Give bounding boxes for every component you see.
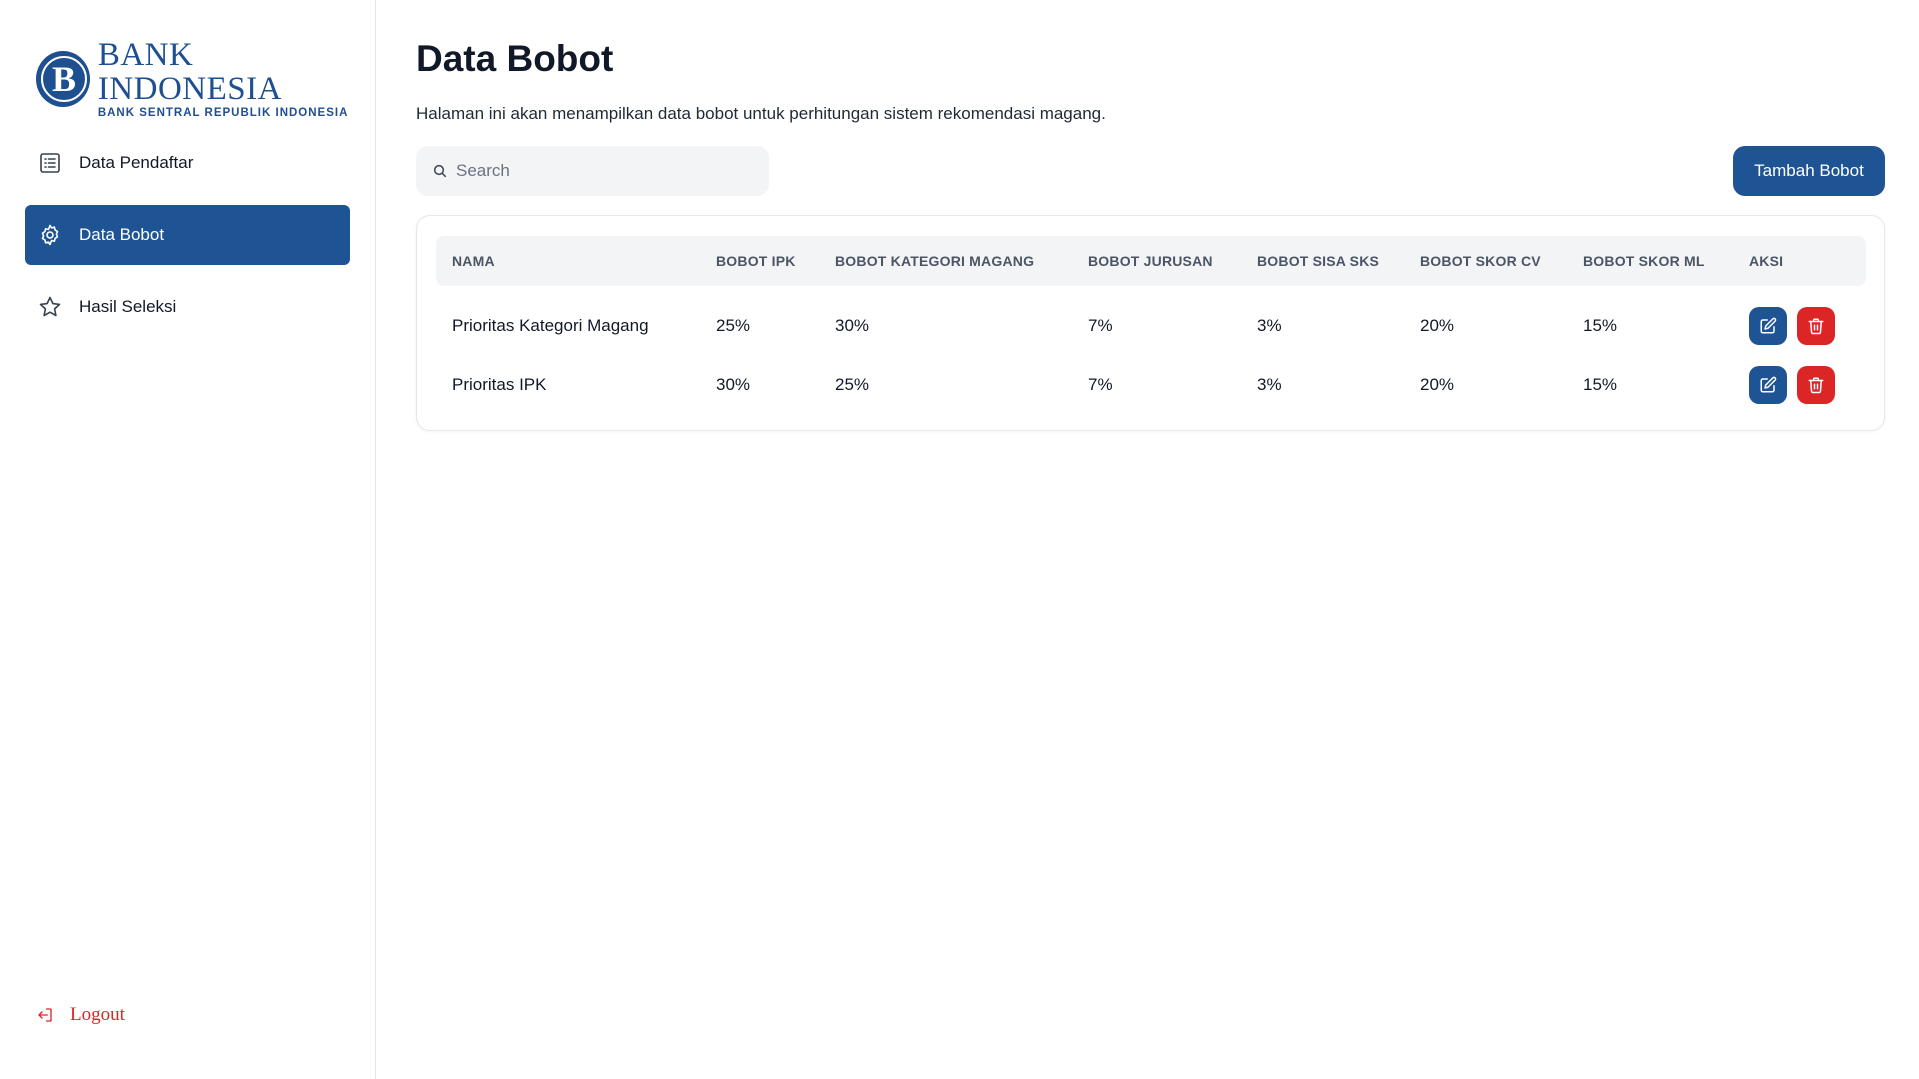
- delete-button[interactable]: [1797, 307, 1835, 345]
- star-icon: [37, 294, 63, 320]
- cell-bobot-sisa-sks: 3%: [1257, 375, 1282, 394]
- column-header-bobot-jurusan: BOBOT JURUSAN: [1088, 253, 1213, 269]
- column-header-bobot-skor-ml: BOBOT SKOR ML: [1583, 253, 1705, 269]
- sidebar: B BANK INDONESIA BANK SENTRAL REPUBLIK I…: [0, 0, 376, 1079]
- cell-bobot-jurusan: 7%: [1088, 316, 1113, 335]
- cell-bobot-skor-ml: 15%: [1583, 375, 1618, 394]
- table-header: NAMA BOBOT IPK BOBOT KATEGORI MAGANG BOB…: [436, 236, 1866, 286]
- cell-bobot-jurusan: 7%: [1088, 375, 1113, 394]
- bobot-table-card: NAMA BOBOT IPK BOBOT KATEGORI MAGANG BOB…: [416, 215, 1885, 431]
- edit-button[interactable]: [1749, 366, 1787, 404]
- column-header-bobot-ipk: BOBOT IPK: [716, 253, 796, 269]
- edit-button[interactable]: [1749, 307, 1787, 345]
- cell-bobot-kategori-magang: 25%: [835, 375, 870, 394]
- search-box: [416, 146, 769, 196]
- logout-button[interactable]: Logout: [36, 1004, 125, 1026]
- sidebar-item-data-pendaftar[interactable]: Data Pendaftar: [25, 133, 350, 193]
- cell-bobot-skor-ml: 15%: [1583, 316, 1618, 335]
- column-header-aksi: AKSI: [1749, 253, 1784, 269]
- column-header-bobot-sisa-sks: BOBOT SISA SKS: [1257, 253, 1380, 269]
- trash-icon: [1808, 377, 1824, 394]
- list-icon: [37, 150, 63, 176]
- column-header-nama: NAMA: [452, 253, 495, 269]
- cell-bobot-kategori-magang: 30%: [835, 316, 870, 335]
- sidebar-item-label: Data Pendaftar: [79, 153, 194, 172]
- column-header-bobot-kategori-magang: BOBOT KATEGORI MAGANG: [835, 253, 1035, 269]
- cell-bobot-ipk: 25%: [716, 316, 751, 335]
- table-row: Prioritas Kategori Magang 25% 30% 7% 3% …: [436, 298, 1866, 354]
- cell-nama: Prioritas IPK: [452, 375, 547, 394]
- trash-icon: [1808, 318, 1824, 335]
- page-description: Halaman ini akan menampilkan data bobot …: [416, 104, 1106, 123]
- cell-bobot-sisa-sks: 3%: [1257, 316, 1282, 335]
- logo-title: BANK INDONESIA: [97, 37, 282, 107]
- tambah-bobot-button[interactable]: Tambah Bobot: [1733, 146, 1885, 196]
- sidebar-item-label: Data Bobot: [79, 225, 165, 244]
- delete-button[interactable]: [1797, 366, 1835, 404]
- column-header-bobot-skor-cv: BOBOT SKOR CV: [1420, 253, 1541, 269]
- cell-bobot-skor-cv: 20%: [1420, 375, 1455, 394]
- table-row: Prioritas IPK 30% 25% 7% 3% 20% 15%: [436, 357, 1866, 413]
- edit-icon: [1760, 317, 1777, 334]
- page-title: Data Bobot: [416, 38, 614, 79]
- sidebar-item-label: Hasil Seleksi: [79, 297, 177, 316]
- logo-emblem: B: [36, 51, 90, 107]
- sidebar-item-hasil-seleksi[interactable]: Hasil Seleksi: [25, 277, 350, 337]
- logo-subtitle: BANK SENTRAL REPUBLIK INDONESIA: [97, 107, 349, 119]
- logout-label: Logout: [70, 1004, 125, 1025]
- cell-bobot-skor-cv: 20%: [1420, 316, 1455, 335]
- cell-nama: Prioritas Kategori Magang: [452, 316, 649, 335]
- search-input[interactable]: [456, 161, 756, 181]
- gear-icon: [37, 222, 63, 248]
- cell-bobot-ipk: 30%: [716, 375, 751, 394]
- bank-indonesia-logo[interactable]: B BANK INDONESIA BANK SENTRAL REPUBLIK I…: [36, 38, 375, 120]
- search-icon: [432, 163, 448, 179]
- edit-icon: [1760, 376, 1777, 393]
- logout-icon: [36, 1006, 54, 1024]
- sidebar-item-data-bobot[interactable]: Data Bobot: [25, 205, 350, 265]
